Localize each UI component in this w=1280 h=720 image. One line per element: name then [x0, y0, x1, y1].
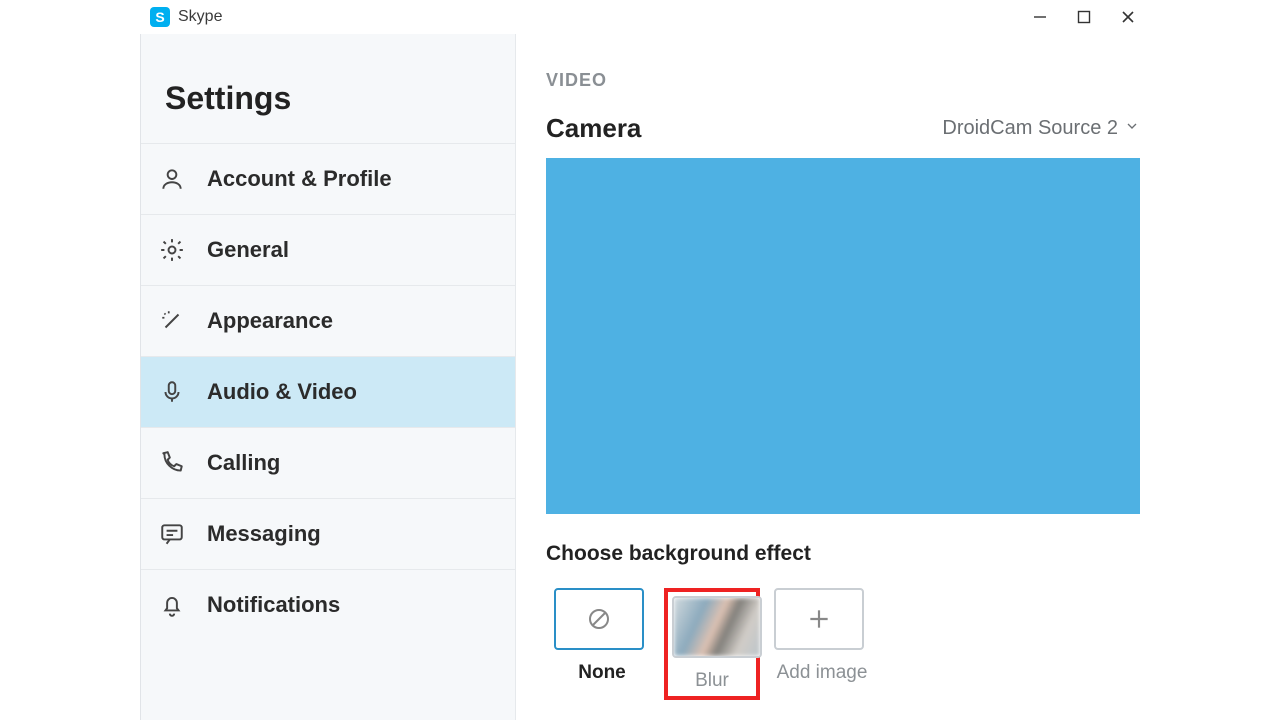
sidebar-item-general[interactable]: General: [141, 214, 515, 285]
sidebar-item-calling[interactable]: Calling: [141, 427, 515, 498]
sidebar-item-label: Appearance: [207, 308, 333, 334]
camera-heading: Camera: [546, 113, 641, 144]
maximize-button[interactable]: [1062, 0, 1106, 34]
settings-main-panel: VIDEO Camera DroidCam Source 2 Choose ba…: [546, 34, 1140, 720]
sidebar-item-account[interactable]: Account & Profile: [141, 143, 515, 214]
bell-icon: [159, 592, 185, 618]
blur-preview-icon: [674, 598, 760, 656]
app-identity: S Skype: [150, 7, 222, 27]
sidebar-item-label: Notifications: [207, 592, 340, 618]
camera-source-dropdown[interactable]: DroidCam Source 2: [942, 117, 1140, 140]
app-name: Skype: [178, 8, 222, 26]
titlebar: S Skype: [0, 0, 1280, 34]
bg-effect-none-label: None: [554, 662, 650, 684]
window-controls: [1018, 0, 1280, 34]
sidebar-item-label: Account & Profile: [207, 166, 392, 192]
close-button[interactable]: [1106, 0, 1150, 34]
chevron-down-icon: [1124, 117, 1140, 140]
none-thumb: [554, 588, 644, 650]
settings-heading: Settings: [141, 34, 515, 143]
bg-effect-heading: Choose background effect: [546, 542, 1140, 566]
sidebar-item-appearance[interactable]: Appearance: [141, 285, 515, 356]
add-image-thumb: [774, 588, 864, 650]
gear-icon: [159, 237, 185, 263]
minimize-button[interactable]: [1018, 0, 1062, 34]
section-eyebrow: VIDEO: [546, 70, 1140, 91]
wand-icon: [159, 308, 185, 334]
bg-effect-blur[interactable]: Blur: [664, 588, 760, 700]
plus-icon: [806, 606, 832, 632]
bg-effect-add-image[interactable]: Add image: [774, 588, 870, 700]
settings-sidebar: Settings Account & Profile General Appea…: [140, 34, 516, 720]
sidebar-item-notifications[interactable]: Notifications: [141, 569, 515, 640]
skype-logo-icon: S: [150, 7, 170, 27]
blur-thumb: [672, 596, 762, 658]
sidebar-item-label: Calling: [207, 450, 280, 476]
sidebar-item-label: Audio & Video: [207, 379, 357, 405]
bg-effect-blur-label: Blur: [672, 670, 752, 692]
person-icon: [159, 166, 185, 192]
bg-effect-list: None Blur Add image: [546, 588, 1140, 700]
bg-effect-none[interactable]: None: [554, 588, 650, 700]
phone-icon: [159, 450, 185, 476]
sidebar-item-messaging[interactable]: Messaging: [141, 498, 515, 569]
microphone-icon: [159, 379, 185, 405]
sidebar-item-label: Messaging: [207, 521, 321, 547]
sidebar-item-audio-video[interactable]: Audio & Video: [141, 356, 515, 427]
camera-source-value: DroidCam Source 2: [942, 117, 1118, 140]
chat-icon: [159, 521, 185, 547]
sidebar-item-label: General: [207, 237, 289, 263]
none-icon: [587, 607, 611, 631]
camera-preview: [546, 158, 1140, 514]
bg-effect-add-label: Add image: [774, 662, 870, 684]
